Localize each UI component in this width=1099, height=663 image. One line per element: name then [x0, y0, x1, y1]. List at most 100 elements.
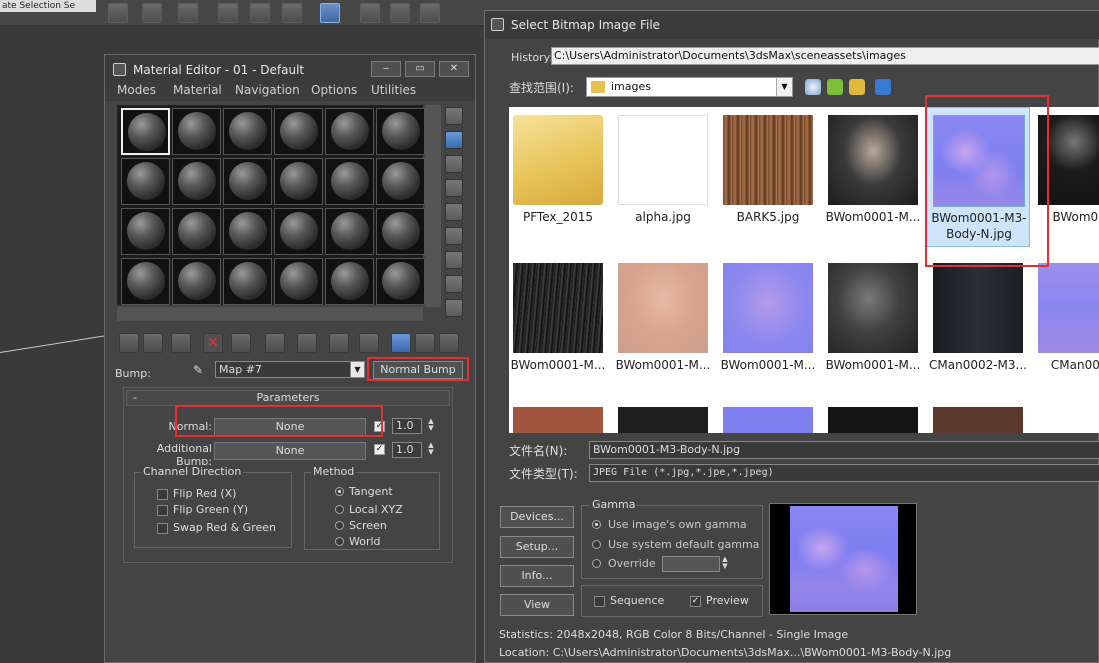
material-sample-slot[interactable]	[274, 158, 323, 205]
minimize-button[interactable]: ‒	[371, 61, 401, 77]
video-color-check-icon[interactable]	[445, 203, 463, 221]
file-item[interactable]: BWom0001-M...	[821, 255, 925, 395]
file-type-dropdown[interactable]: JPEG File (*.jpg,*.jpe,*.jpeg)	[589, 464, 1099, 482]
material-sample-slot[interactable]	[376, 108, 425, 155]
new-folder-icon[interactable]	[849, 79, 865, 95]
back-icon[interactable]	[805, 79, 821, 95]
align-icon[interactable]	[142, 3, 162, 23]
gamma-override-input[interactable]	[662, 556, 720, 572]
render-frame-icon[interactable]	[390, 3, 410, 23]
file-item[interactable]: CMan0002-M3...	[926, 255, 1030, 395]
file-item[interactable]: BWom0001-M...	[716, 255, 820, 395]
preview-checkbox[interactable]: ✓	[690, 596, 701, 607]
material-sample-slot[interactable]	[325, 108, 374, 155]
go-to-parent-icon[interactable]	[391, 333, 411, 353]
up-folder-icon[interactable]	[827, 79, 843, 95]
put-to-library-icon[interactable]	[265, 333, 285, 353]
schematic-icon[interactable]	[282, 3, 302, 23]
material-sample-slot[interactable]	[376, 258, 425, 305]
material-sample-slot[interactable]	[121, 208, 170, 255]
layer-icon[interactable]	[178, 3, 198, 23]
normal-amount-spinner[interactable]: ▲ ▼	[426, 418, 436, 434]
swap-red-green-checkbox[interactable]	[157, 523, 168, 534]
menu-modes[interactable]: Modes	[117, 83, 156, 97]
maximize-button[interactable]: ▭	[405, 61, 435, 77]
background-icon[interactable]	[445, 155, 463, 173]
material-sample-slot[interactable]	[274, 258, 323, 305]
method-screen-radio[interactable]	[335, 521, 344, 530]
assign-to-selection-icon[interactable]	[171, 333, 191, 353]
file-item[interactable]: BWom000	[1031, 107, 1099, 247]
reset-map-icon[interactable]: ✕	[203, 333, 223, 353]
options-icon[interactable]	[445, 251, 463, 269]
menu-navigation[interactable]: Navigation	[235, 83, 300, 97]
file-item[interactable]: alpha.jpg	[611, 107, 715, 247]
material-sample-slot[interactable]	[172, 258, 221, 305]
file-thumbnail[interactable]	[618, 407, 708, 433]
material-sample-slot[interactable]	[172, 108, 221, 155]
sequence-checkbox[interactable]	[594, 596, 605, 607]
gamma-system-radio[interactable]	[592, 540, 601, 549]
method-world-radio[interactable]	[335, 537, 344, 546]
menu-material[interactable]: Material	[173, 83, 222, 97]
additional-amount-input[interactable]: 1.0	[392, 442, 422, 458]
selection-set-dropdown[interactable]: ate Selection Se	[0, 0, 96, 12]
file-item[interactable]: BWom0001-M...	[611, 255, 715, 395]
chevron-down-icon[interactable]: ▼	[776, 78, 792, 96]
file-item[interactable]: BWom0001-M...	[821, 107, 925, 247]
file-list[interactable]: PFTex_2015 alpha.jpg BARK5.jpg BWom0001-M..…	[509, 107, 1099, 433]
backlight-icon[interactable]	[445, 131, 463, 149]
file-item[interactable]: BARK5.jpg	[716, 107, 820, 247]
material-sample-slot[interactable]	[172, 208, 221, 255]
view-menu-icon[interactable]	[875, 79, 891, 95]
render-icon[interactable]	[420, 3, 440, 23]
select-by-material-icon[interactable]	[445, 275, 463, 293]
render-setup-icon[interactable]	[360, 3, 380, 23]
history-dropdown[interactable]: C:\Users\Administrator\Documents\3dsMax\…	[551, 47, 1099, 65]
gamma-override-spinner[interactable]: ▲ ▼	[720, 556, 730, 572]
additional-bump-button[interactable]: None	[214, 442, 366, 460]
view-button[interactable]: View	[500, 594, 574, 616]
material-sample-slot[interactable]	[172, 158, 221, 205]
get-material-icon[interactable]	[119, 333, 139, 353]
file-thumbnail[interactable]	[933, 407, 1023, 433]
menu-options[interactable]: Options	[311, 83, 357, 97]
show-end-result-icon[interactable]	[359, 333, 379, 353]
info-button[interactable]: Info...	[500, 565, 574, 587]
go-forward-sibling-icon[interactable]	[415, 333, 435, 353]
normal-amount-input[interactable]: 1.0	[392, 418, 422, 434]
material-sample-slot[interactable]	[325, 158, 374, 205]
file-thumbnail[interactable]	[513, 407, 603, 433]
material-sample-slot[interactable]	[121, 108, 170, 155]
file-item[interactable]: BWom0001-M3-Body-N.jpg	[926, 107, 1030, 247]
file-thumbnail[interactable]	[828, 407, 918, 433]
file-item[interactable]: PFTex_2015	[509, 107, 610, 247]
material-navigator-icon[interactable]	[445, 299, 463, 317]
parameters-header[interactable]: - Parameters	[126, 390, 450, 406]
material-sample-slot[interactable]	[325, 208, 374, 255]
map-name-field[interactable]: Map #7 ▼	[215, 361, 365, 378]
mirror-icon[interactable]	[108, 3, 128, 23]
gamma-own-radio[interactable]	[592, 520, 601, 529]
map-type-button[interactable]: Normal Bump	[373, 361, 463, 379]
material-sample-slot[interactable]	[376, 158, 425, 205]
close-button[interactable]: ✕	[439, 61, 469, 77]
chevron-down-icon[interactable]: ▼	[350, 362, 364, 377]
eyedropper-icon[interactable]: ✎	[193, 363, 207, 377]
flip-green-checkbox[interactable]	[157, 505, 168, 516]
make-preview-icon[interactable]	[445, 227, 463, 245]
setup-button[interactable]: Setup...	[500, 536, 574, 558]
normal-map-enable-checkbox[interactable]: ✓	[374, 421, 385, 432]
material-sample-slot[interactable]	[121, 158, 170, 205]
material-sample-slot[interactable]	[121, 258, 170, 305]
method-local-xyz-radio[interactable]	[335, 505, 344, 514]
devices-button[interactable]: Devices...	[500, 506, 574, 528]
graphite-icon[interactable]	[218, 3, 238, 23]
uv-tiling-icon[interactable]	[445, 179, 463, 197]
file-thumbnail[interactable]	[723, 407, 813, 433]
gamma-override-radio[interactable]	[592, 559, 601, 568]
material-sample-slot[interactable]	[223, 208, 272, 255]
flip-red-checkbox[interactable]	[157, 489, 168, 500]
material-sample-slot[interactable]	[223, 108, 272, 155]
additional-bump-enable-checkbox[interactable]: ✓	[374, 444, 385, 455]
